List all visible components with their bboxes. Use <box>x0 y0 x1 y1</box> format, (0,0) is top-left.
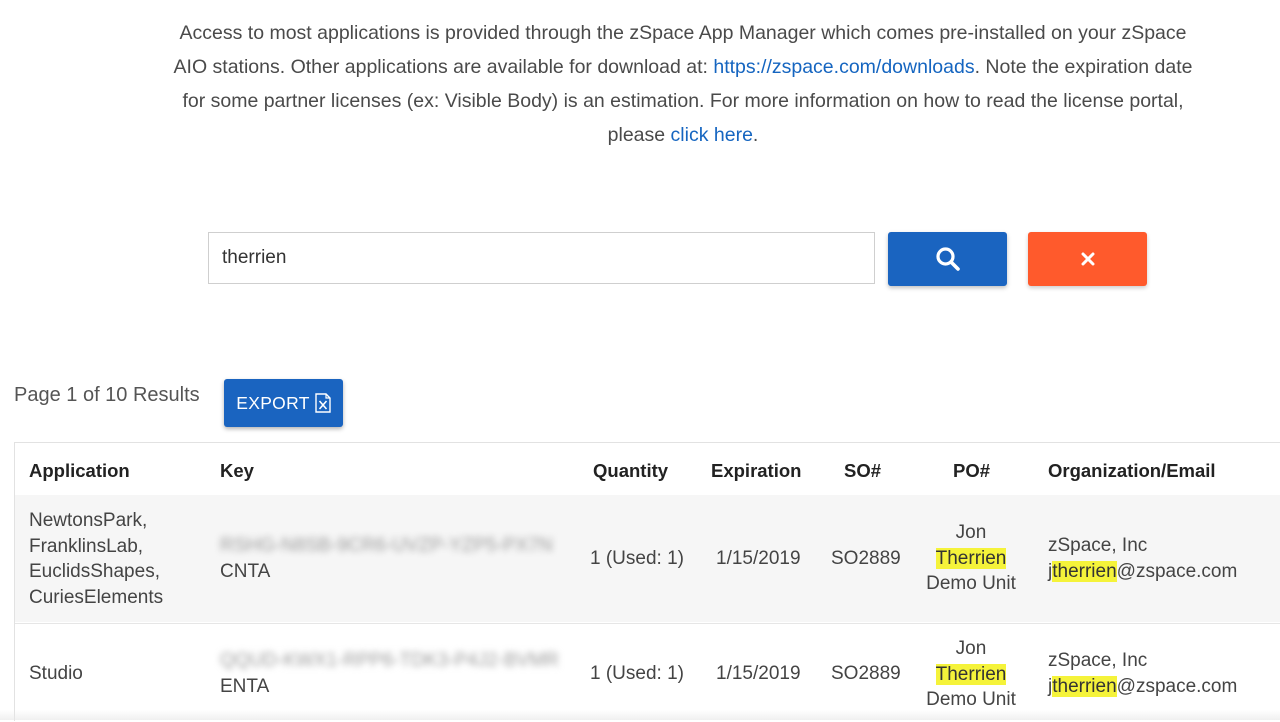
key-cell: QQUD-KWX1-RPP6-TDK3-P4J2-BVMR ENTA <box>220 648 559 699</box>
po-cell: Jon Therrien Demo Unit <box>911 520 1031 597</box>
excel-icon <box>315 393 331 413</box>
header-quantity[interactable]: Quantity <box>593 460 668 482</box>
close-icon <box>1081 252 1094 266</box>
po-line: Demo Unit <box>926 573 1016 594</box>
po-cell: Jon Therrien Demo Unit <box>911 636 1031 713</box>
search-highlight: Therrien <box>935 547 1007 569</box>
pagination-info: Page 1 of 10 Results <box>14 384 200 406</box>
application-cell: Studio <box>29 661 83 687</box>
intro-paragraph: Access to most applications is provided … <box>170 16 1196 152</box>
license-key-blurred: QQUD-KWX1-RPP6-TDK3-P4J2-BVMR <box>220 650 559 671</box>
application-name: EuclidsShapes, <box>29 561 160 582</box>
header-so[interactable]: SO# <box>844 460 881 482</box>
license-key-suffix: CNTA <box>220 560 271 582</box>
license-key-suffix: ENTA <box>220 675 270 697</box>
search-button[interactable] <box>888 232 1007 286</box>
po-line: Jon <box>955 638 987 659</box>
so-cell: SO2889 <box>831 548 901 569</box>
po-line: Demo Unit <box>926 689 1016 710</box>
quantity-cell: 1 (Used: 1) <box>590 548 684 569</box>
search-icon <box>935 247 960 271</box>
downloads-link[interactable]: https://zspace.com/downloads <box>713 56 974 78</box>
application-cell: NewtonsPark, FranklinsLab, EuclidsShapes… <box>29 508 163 610</box>
organization-name: zSpace, Inc <box>1048 650 1148 671</box>
table-header: Application Key Quantity Expiration SO# … <box>15 443 1280 495</box>
clear-search-button[interactable] <box>1028 232 1147 286</box>
application-name: CuriesElements <box>29 586 164 608</box>
export-label: EXPORT <box>236 392 310 413</box>
header-application[interactable]: Application <box>29 460 130 482</box>
email-address: jtherrien@zspace.com <box>1048 560 1238 582</box>
org-email-cell: zSpace, Inc jtherrien@zspace.com <box>1048 648 1237 699</box>
organization-name: zSpace, Inc <box>1048 535 1148 556</box>
so-cell: SO2889 <box>831 663 901 684</box>
click-here-link[interactable]: click here <box>671 124 753 146</box>
application-name: Studio <box>29 663 83 684</box>
org-email-cell: zSpace, Inc jtherrien@zspace.com <box>1048 533 1237 584</box>
search-highlight: therrien <box>1052 560 1117 582</box>
header-org-email[interactable]: Organization/Email <box>1048 460 1216 482</box>
header-po[interactable]: PO# <box>953 460 990 482</box>
email-address: jtherrien@zspace.com <box>1048 675 1238 697</box>
quantity-cell: 1 (Used: 1) <box>590 663 684 684</box>
license-key-blurred: RSHG-N8SB-9CR6-UVZP-YZP5-PX7N <box>220 535 553 556</box>
licenses-table: Application Key Quantity Expiration SO# … <box>14 442 1280 722</box>
header-key[interactable]: Key <box>220 460 254 482</box>
header-expiration[interactable]: Expiration <box>711 460 801 482</box>
search-highlight: therrien <box>1052 675 1117 697</box>
table-row: NewtonsPark, FranklinsLab, EuclidsShapes… <box>15 495 1280 622</box>
export-button[interactable]: EXPORT <box>224 379 343 427</box>
application-name: FranklinsLab, <box>29 535 144 557</box>
search-highlight: Therrien <box>935 663 1007 685</box>
expiration-cell: 1/15/2019 <box>716 663 801 684</box>
table-row: Studio QQUD-KWX1-RPP6-TDK3-P4J2-BVMR ENT… <box>15 623 1280 722</box>
bottom-edge-shadow <box>0 710 1280 720</box>
po-line: Jon <box>955 522 987 543</box>
expiration-cell: 1/15/2019 <box>716 548 801 569</box>
application-name: NewtonsPark, <box>29 510 148 531</box>
search-input[interactable] <box>208 232 875 284</box>
intro-text-3: . <box>752 124 759 146</box>
key-cell: RSHG-N8SB-9CR6-UVZP-YZP5-PX7N CNTA <box>220 533 553 584</box>
